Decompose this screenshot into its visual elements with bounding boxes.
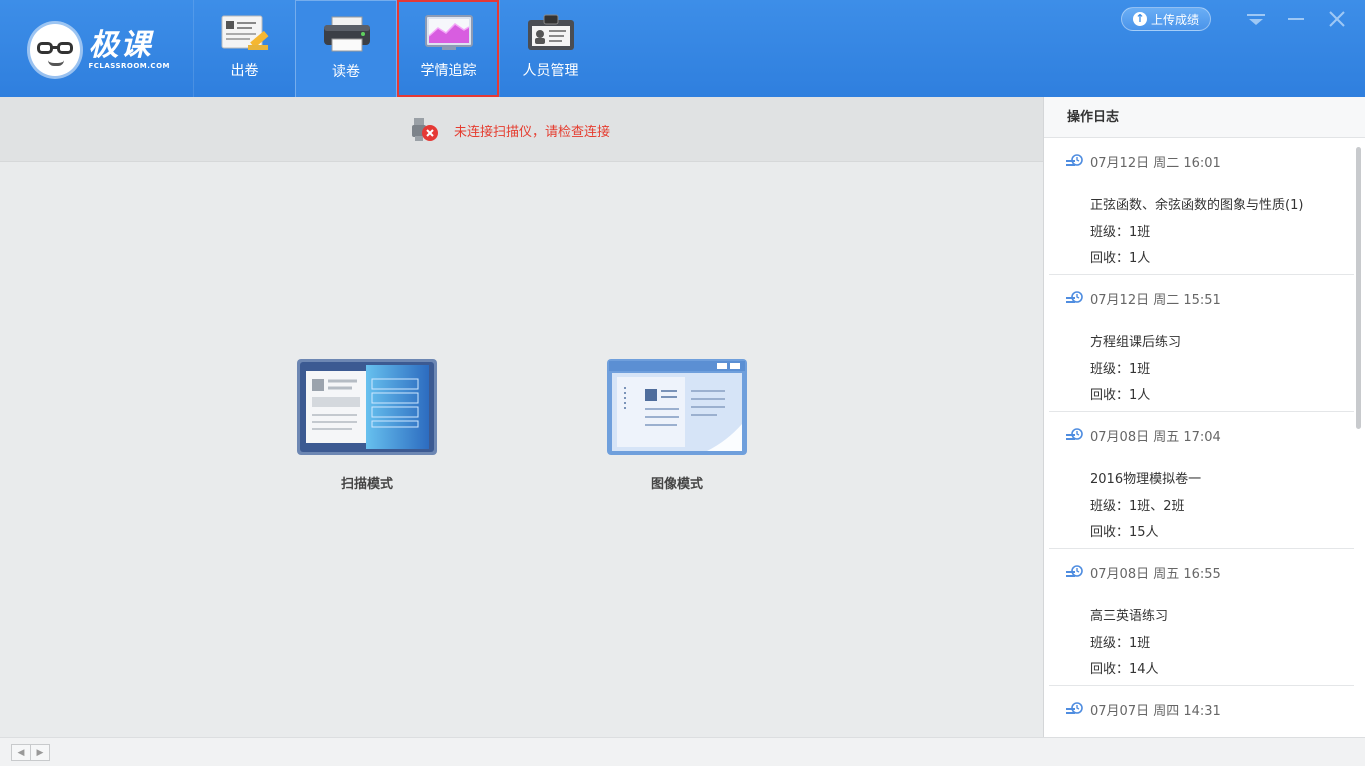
scanner-status-text: 未连接扫描仪，请检查连接	[454, 125, 611, 140]
log-entry[interactable]: 07月12日 周二 16:01 正弦函数、余弦函数的图象与性质(1) 班级：1班…	[1049, 138, 1354, 275]
id-card-icon	[528, 14, 574, 50]
log-exam-name: 2016物理模拟卷一	[1090, 472, 1202, 487]
operation-log-title: 操作日志	[1044, 97, 1365, 138]
history-icon	[1066, 154, 1083, 166]
scroll-left-icon[interactable]: ◀	[11, 744, 31, 761]
image-mode-label: 图像模式	[650, 477, 703, 492]
history-icon	[1066, 565, 1083, 577]
nav-item-read-paper[interactable]: 读卷	[295, 0, 397, 97]
log-time: 07月12日 周二 15:51	[1090, 293, 1221, 308]
history-icon	[1066, 702, 1083, 714]
log-entry[interactable]: 07月08日 周五 16:55 高三英语练习 班级：1班 回收：14人	[1049, 549, 1354, 686]
logo-title: 极课	[88, 28, 153, 63]
log-class: 班级：1班、2班	[1090, 499, 1185, 514]
log-scrollbar[interactable]	[1356, 147, 1361, 429]
history-icon	[1066, 291, 1083, 303]
scanner-disconnected-icon	[412, 118, 438, 141]
log-exam-name: 正弦函数、余弦函数的图象与性质(1)	[1090, 198, 1304, 213]
mascot-icon	[30, 24, 81, 76]
nav-item-staff-management[interactable]: 人员管理	[499, 0, 601, 97]
main-nav: 出卷 读卷 学情追踪 人员管理	[193, 0, 601, 97]
log-collected: 回收：14人	[1090, 662, 1159, 677]
logo-subtitle: FCLASSROOM.COM	[88, 62, 170, 70]
scan-mode-button[interactable]: 扫描模式	[287, 359, 447, 492]
upload-arrow-icon: ↑	[1132, 12, 1147, 26]
close-icon[interactable]	[1324, 8, 1350, 30]
log-class: 班级：1班	[1090, 225, 1151, 240]
log-entry[interactable]: 07月07日 周四 14:31	[1049, 686, 1354, 736]
paper-pen-icon	[221, 15, 269, 50]
log-entry[interactable]: 07月08日 周五 17:04 2016物理模拟卷一 班级：1班、2班 回收：1…	[1049, 412, 1354, 549]
log-time: 07月08日 周五 17:04	[1090, 430, 1221, 445]
history-icon	[1066, 428, 1083, 440]
scan-mode-icon	[297, 359, 437, 455]
log-collected: 回收：1人	[1090, 388, 1151, 403]
scanner-status-bar: 未连接扫描仪，请检查连接	[0, 97, 1043, 162]
nav-label: 人员管理	[522, 63, 579, 79]
nav-item-learning-tracking[interactable]: 学情追踪	[397, 0, 499, 97]
log-class: 班级：1班	[1090, 362, 1151, 377]
app-logo: 极课 FCLASSROOM.COM	[30, 22, 170, 78]
title-bar: 极课 FCLASSROOM.COM 出卷 读卷 学情追踪 人员管理 ↑ 上传成绩	[0, 0, 1365, 97]
nav-label: 出卷	[230, 63, 259, 79]
log-collected: 回收：1人	[1090, 251, 1151, 266]
chart-icon	[425, 15, 473, 50]
log-time: 07月12日 周二 16:01	[1090, 156, 1221, 171]
nav-label: 读卷	[332, 64, 360, 80]
log-exam-name: 高三英语练习	[1090, 609, 1169, 624]
scan-mode-label: 扫描模式	[340, 477, 393, 492]
operation-log-panel: 操作日志 07月12日 周二 16:01 正弦函数、余弦函数的图象与性质(1) …	[1043, 97, 1365, 737]
nav-item-make-paper[interactable]: 出卷	[193, 0, 295, 97]
log-entry[interactable]: 07月12日 周二 15:51 方程组课后练习 班级：1班 回收：1人	[1049, 275, 1354, 412]
upload-scores-button[interactable]: ↑ 上传成绩	[1121, 7, 1211, 31]
nav-label: 学情追踪	[420, 63, 477, 79]
image-mode-button[interactable]: 图像模式	[597, 359, 757, 492]
log-class: 班级：1班	[1090, 636, 1151, 651]
dropdown-menu-icon[interactable]	[1243, 8, 1269, 30]
operation-log-list: 07月12日 周二 16:01 正弦函数、余弦函数的图象与性质(1) 班级：1班…	[1049, 138, 1354, 736]
logo-text: 极课 FCLASSROOM.COM	[88, 28, 170, 71]
printer-icon	[324, 16, 370, 52]
image-mode-icon	[607, 359, 747, 455]
log-exam-name: 方程组课后练习	[1090, 335, 1182, 350]
minimize-icon[interactable]	[1283, 8, 1309, 30]
log-collected: 回收：15人	[1090, 525, 1159, 540]
main-workspace: 未连接扫描仪，请检查连接 扫描模式 图像模式	[0, 97, 1043, 737]
scroll-right-icon[interactable]: ▶	[30, 744, 50, 761]
log-time: 07月07日 周四 14:31	[1090, 704, 1221, 719]
bottom-bar: ◀ ▶	[0, 737, 1365, 766]
log-time: 07月08日 周五 16:55	[1090, 567, 1221, 582]
upload-scores-label: 上传成绩	[1150, 12, 1199, 27]
